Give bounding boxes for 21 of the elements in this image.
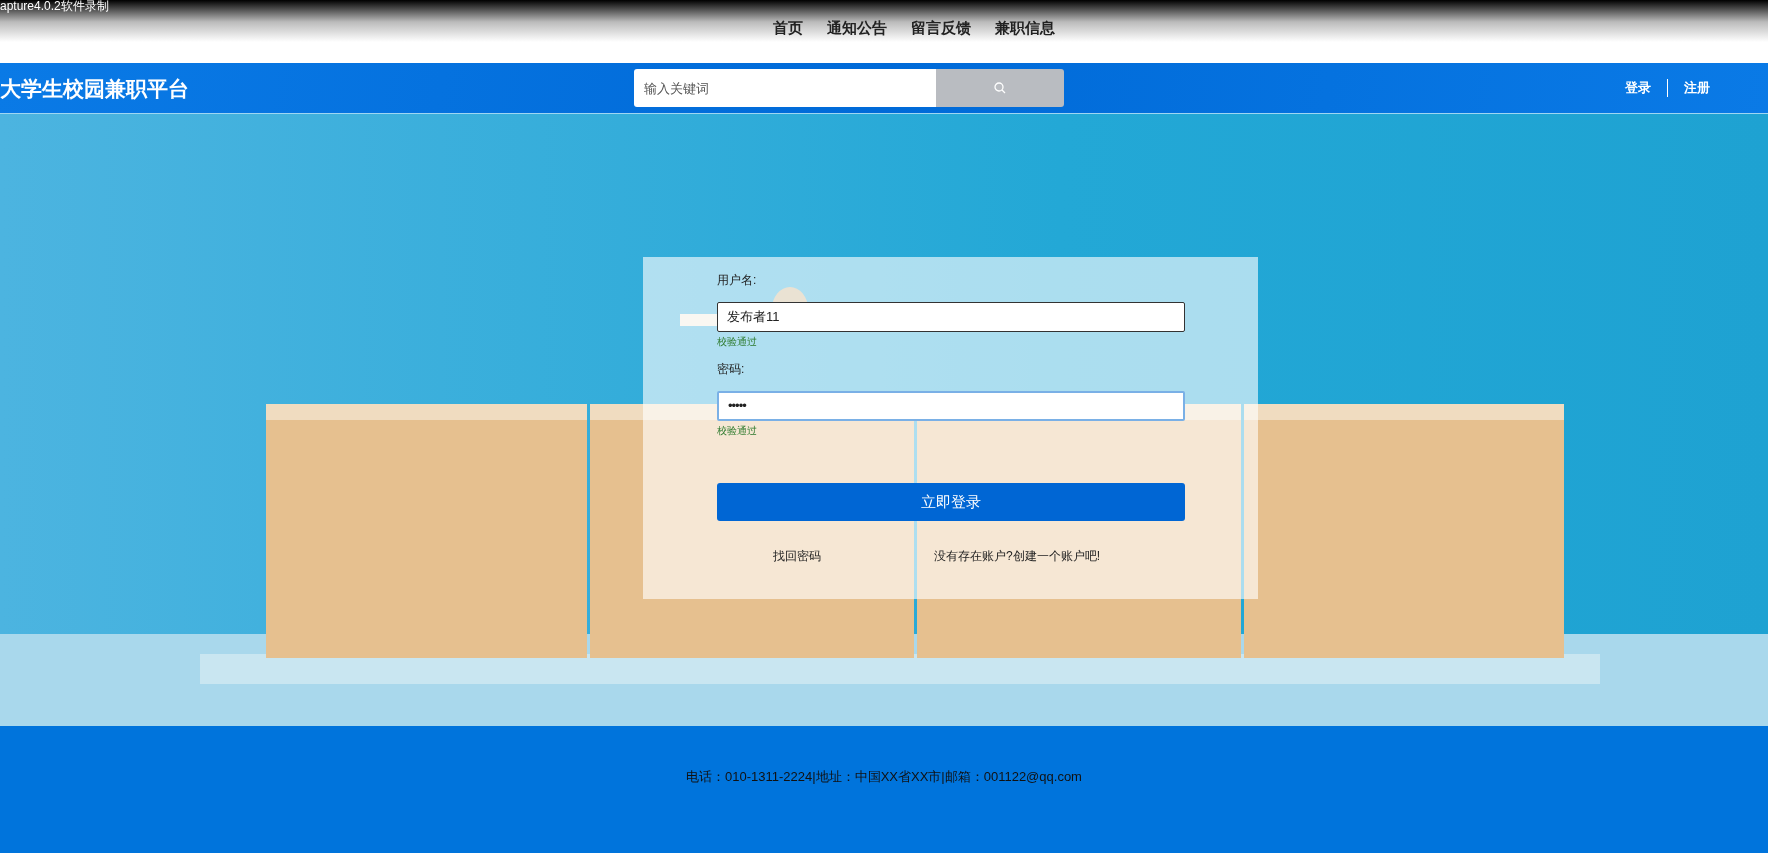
login-button[interactable]: 立即登录	[717, 483, 1185, 521]
search-icon	[994, 82, 1006, 94]
validation-message: 校验通过	[717, 335, 758, 348]
nav-link[interactable]: 通知公告	[827, 19, 887, 38]
field-label: 用户名:	[717, 272, 758, 289]
footer-contact: 电话：010-1311-2224|地址：中国XX省XX市|邮箱：001122@qq.com	[686, 768, 1082, 786]
form-link[interactable]: 找回密码	[773, 548, 821, 565]
input-field[interactable]: •••••	[717, 391, 1185, 421]
validation-message: 校验通过	[717, 424, 758, 437]
input-field[interactable]: 发布者11	[717, 302, 1185, 332]
nav-link[interactable]: 留言反馈	[911, 19, 971, 38]
form-link[interactable]: 没有存在账户?创建一个账户吧!	[934, 548, 1100, 565]
field-label: 密码:	[717, 361, 746, 378]
header-link[interactable]: 登录	[1625, 79, 1651, 97]
search-button[interactable]	[936, 69, 1064, 107]
nav-link[interactable]: 首页	[773, 19, 803, 38]
nav-link[interactable]: 兼职信息	[995, 19, 1055, 38]
site-title: 大学生校园兼职平台	[0, 76, 189, 102]
header-link[interactable]: 注册	[1684, 79, 1710, 97]
search-field[interactable]: 输入关键词	[634, 69, 936, 107]
recorder-caption: apture4.0.2软件录制	[0, 0, 109, 12]
